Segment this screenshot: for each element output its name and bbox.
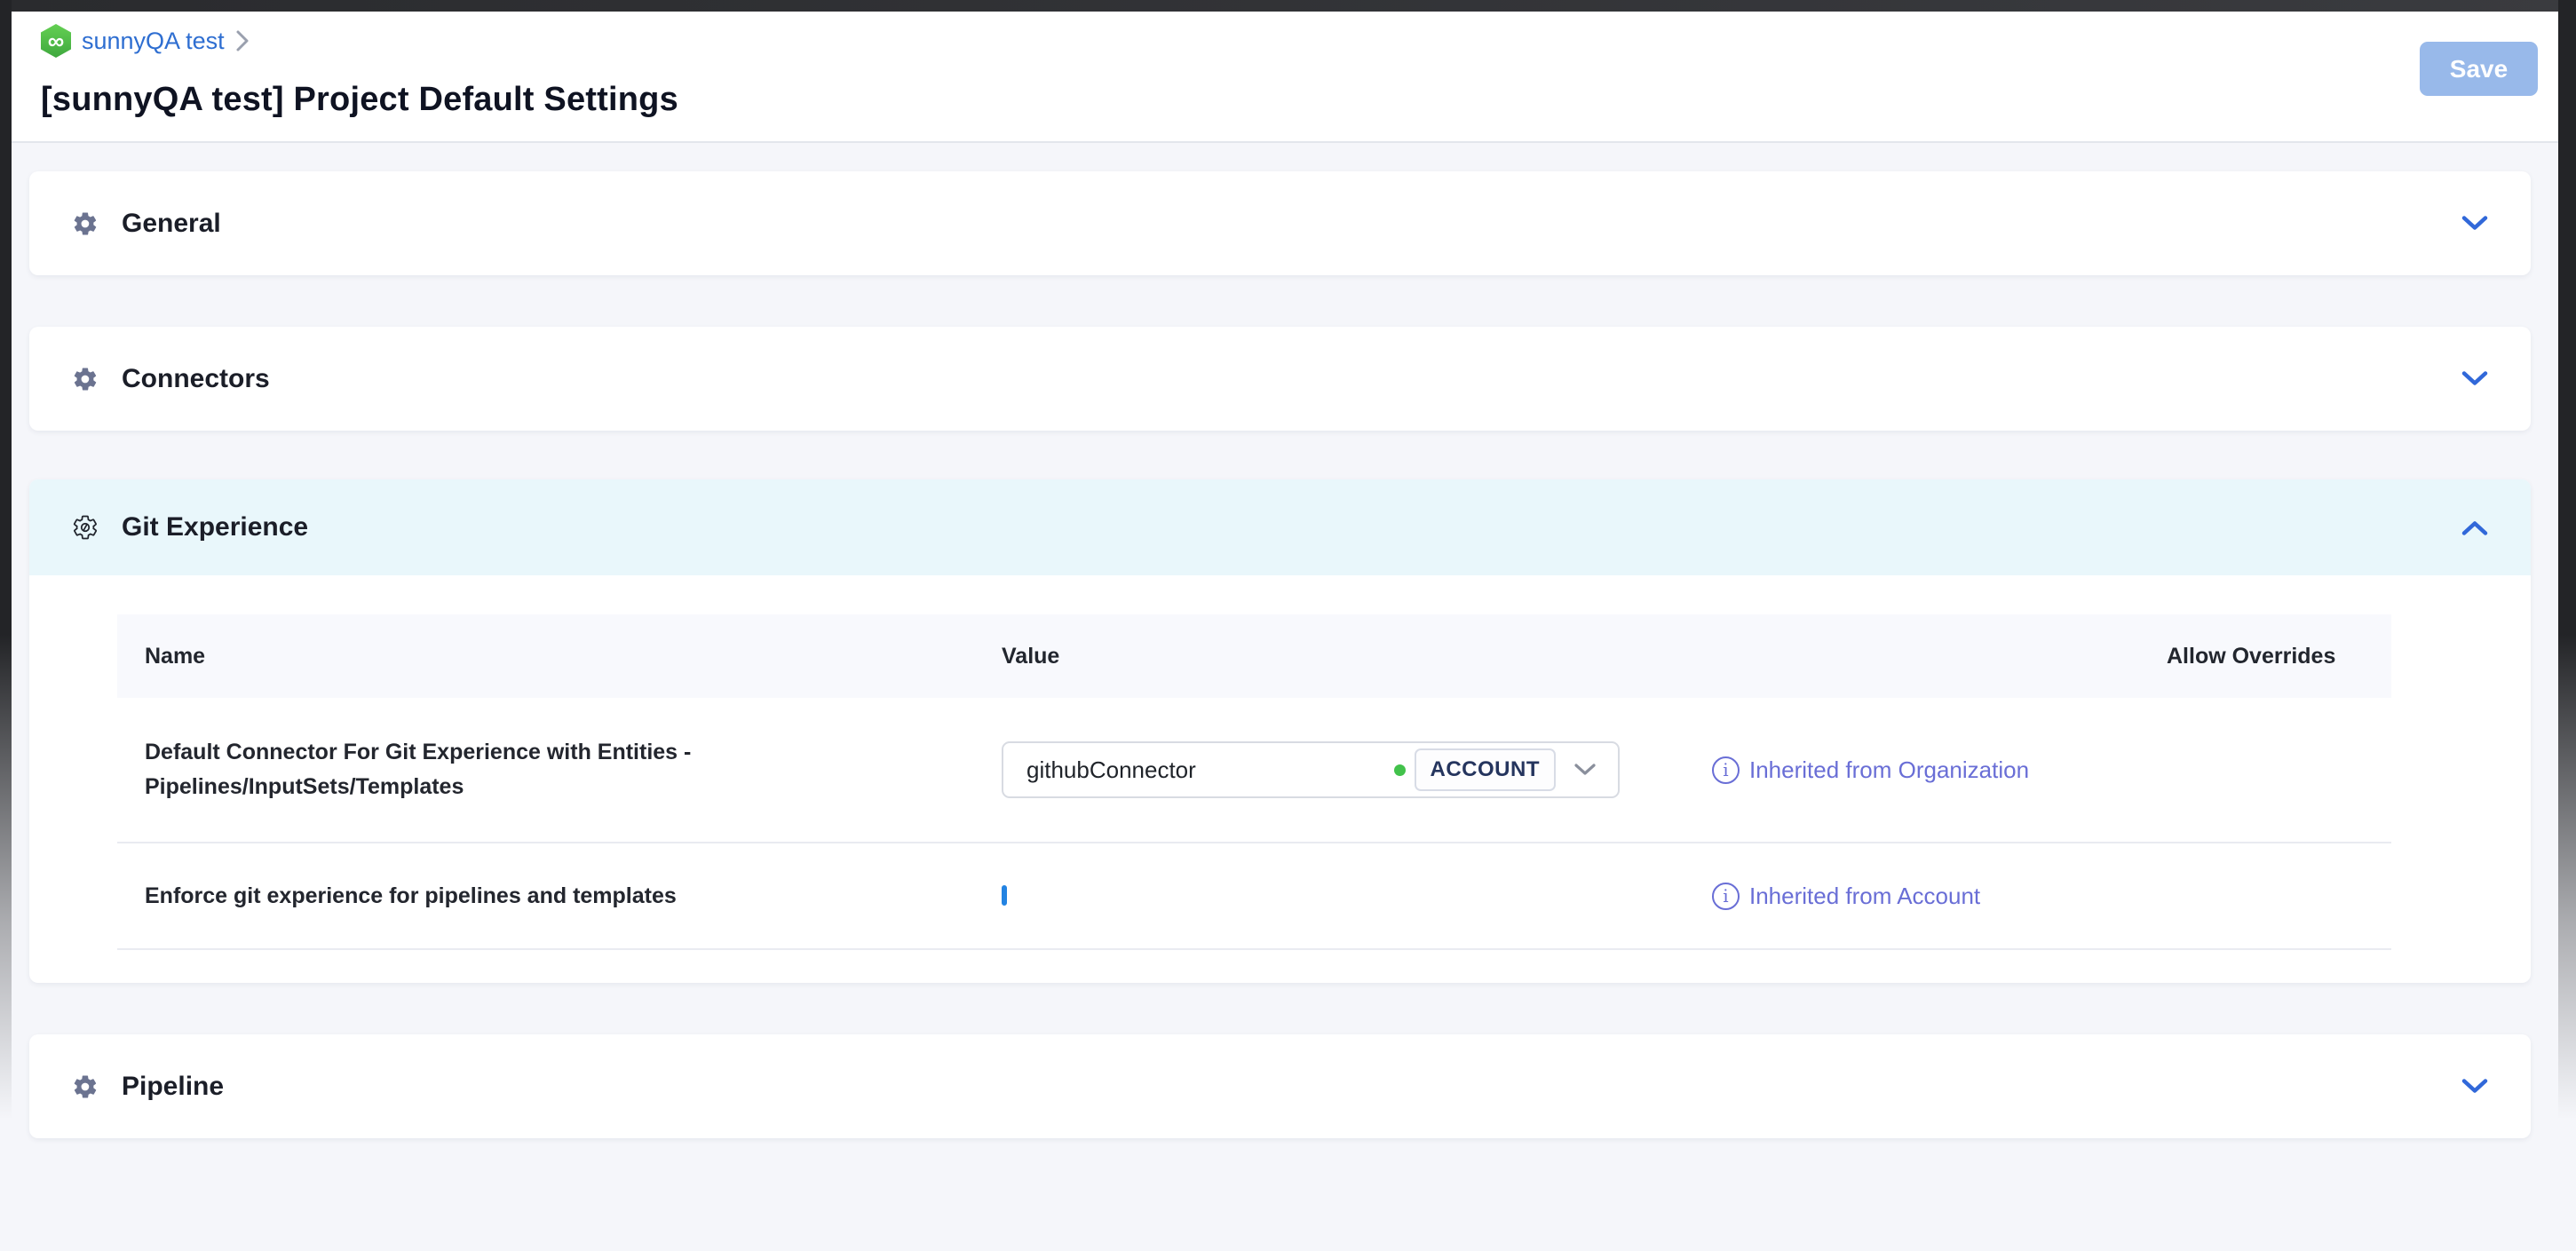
setting-name: Default Connector For Git Experience wit… <box>145 735 766 804</box>
selected-connector-name: githubConnector <box>1026 756 1394 784</box>
breadcrumb-project-link[interactable]: sunnyQA test <box>82 28 225 55</box>
save-button[interactable]: Save <box>2420 42 2538 96</box>
screenshot-right-edge <box>2558 0 2576 1154</box>
info-icon: i <box>1712 756 1740 784</box>
screenshot-left-edge <box>0 0 12 1154</box>
section-card-connectors: Connectors <box>29 327 2531 431</box>
page-header: ∞ sunnyQA test [sunnyQA test] Project De… <box>12 12 2558 143</box>
setting-value-cell <box>1002 888 1712 904</box>
section-title-pipeline: Pipeline <box>122 1072 224 1102</box>
connectivity-status-dot <box>1394 764 1406 776</box>
enforce-git-experience-checkbox[interactable] <box>1002 885 1007 906</box>
gear-icon <box>72 366 99 392</box>
section-card-general: General <box>29 171 2531 275</box>
section-card-git-experience: Git Experience Name Value Allow Override… <box>29 479 2531 983</box>
inherited-label: Inherited from Organization <box>1749 756 2029 784</box>
gear-icon <box>72 210 99 237</box>
setting-name: Enforce git experience for pipelines and… <box>145 879 766 914</box>
chevron-down-icon[interactable] <box>2461 1078 2488 1095</box>
section-title-connectors: Connectors <box>122 364 270 394</box>
setting-value-cell: githubConnector ACCOUNT <box>1002 741 1712 798</box>
chevron-down-icon[interactable] <box>2461 370 2488 387</box>
table-header-row: Name Value Allow Overrides <box>117 614 2391 698</box>
accordion-header-pipeline[interactable]: Pipeline <box>29 1034 2531 1138</box>
accordion-header-connectors[interactable]: Connectors <box>29 327 2531 431</box>
section-title-git-experience: Git Experience <box>122 512 308 542</box>
inherited-from-organization-link[interactable]: i Inherited from Organization <box>1712 756 2167 784</box>
project-icon: ∞ <box>41 24 71 58</box>
git-experience-gear-icon <box>72 514 99 541</box>
screenshot-top-edge <box>0 0 2576 12</box>
column-header-allow-overrides: Allow Overrides <box>2167 644 2391 669</box>
inherited-cell: i Inherited from Organization <box>1712 756 2167 784</box>
select-chevron-down-icon[interactable] <box>1556 763 1597 777</box>
inherited-label: Inherited from Account <box>1749 883 1980 910</box>
project-default-settings-page: ∞ sunnyQA test [sunnyQA test] Project De… <box>0 0 2576 1251</box>
section-title-general: General <box>122 209 221 239</box>
table-row: Enforce git experience for pipelines and… <box>117 843 2391 950</box>
info-icon: i <box>1712 883 1740 910</box>
git-experience-settings-table: Name Value Allow Overrides Default Conne… <box>117 614 2391 950</box>
section-card-pipeline: Pipeline <box>29 1034 2531 1138</box>
column-header-name: Name <box>117 644 1002 669</box>
gear-icon <box>72 1073 99 1100</box>
chevron-up-icon[interactable] <box>2461 519 2488 536</box>
chevron-down-icon[interactable] <box>2461 215 2488 232</box>
inherited-cell: i Inherited from Account <box>1712 883 2167 910</box>
settings-content: General Connectors Git Experience <box>12 143 2558 1251</box>
column-header-value: Value <box>1002 644 1712 669</box>
accordion-header-git-experience[interactable]: Git Experience <box>29 479 2531 575</box>
page-title: [sunnyQA test] Project Default Settings <box>41 81 678 119</box>
setting-name-cell: Default Connector For Git Experience wit… <box>117 735 1002 804</box>
scope-badge: ACCOUNT <box>1415 748 1557 791</box>
setting-name-cell: Enforce git experience for pipelines and… <box>117 879 1002 914</box>
default-connector-select[interactable]: githubConnector ACCOUNT <box>1002 741 1620 798</box>
inherited-from-account-link[interactable]: i Inherited from Account <box>1712 883 2167 910</box>
chevron-right-icon <box>235 29 250 52</box>
breadcrumb: ∞ sunnyQA test <box>41 24 250 58</box>
table-row: Default Connector For Git Experience wit… <box>117 698 2391 843</box>
accordion-header-general[interactable]: General <box>29 171 2531 275</box>
